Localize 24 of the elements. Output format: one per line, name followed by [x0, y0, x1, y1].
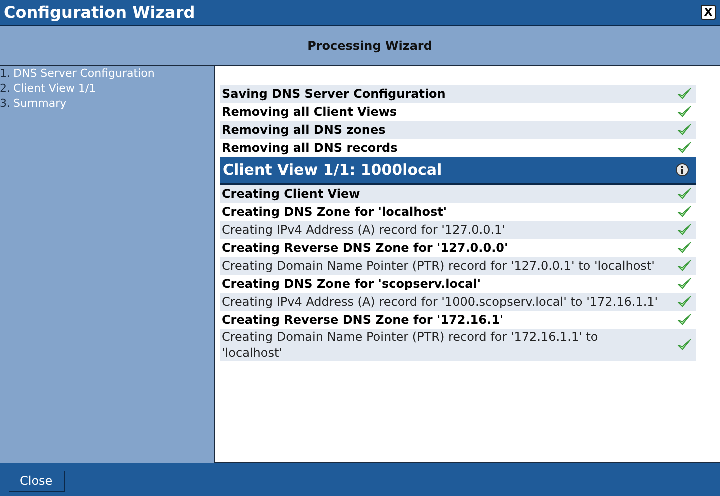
step-link[interactable]: DNS Server Configuration: [14, 66, 155, 81]
log-text: Creating DNS Zone for 'scopserv.local': [222, 276, 482, 292]
log-text: Saving DNS Server Configuration: [222, 86, 446, 102]
close-button[interactable]: X: [701, 5, 716, 20]
log-text: Creating IPv4 Address (A) record for '127.0.0.1': [222, 222, 506, 238]
log-text: Creating Reverse DNS Zone for '127.0.0.0': [222, 240, 508, 256]
log-text: Removing all DNS zones: [222, 122, 386, 138]
log-text: Creating Client View: [222, 186, 360, 202]
log-text: Removing all DNS records: [222, 140, 398, 156]
wizard-heading: Processing Wizard: [308, 38, 432, 52]
log-text: Creating Domain Name Pointer (PTR) record for '127.0.0.1' to 'localhost': [222, 258, 655, 274]
step-number: 2.: [0, 81, 10, 96]
step-number: 1.: [0, 66, 10, 81]
section-title: Client View 1/1: 1000local: [223, 161, 442, 179]
log-text: Creating Reverse DNS Zone for '172.16.1': [222, 312, 504, 328]
close-button[interactable]: Close: [9, 471, 65, 492]
log-text: Creating DNS Zone for 'localhost': [222, 204, 448, 220]
window-title: Configuration Wizard: [4, 3, 196, 22]
step-link[interactable]: Client View 1/1: [14, 81, 96, 96]
log-text: Creating IPv4 Address (A) record for '1000.scopserv.local' to '172.16.1.1': [222, 294, 658, 310]
step-link[interactable]: Summary: [14, 96, 67, 111]
log-text: Creating Domain Name Pointer (PTR) record for '172.16.1.1' to 'localhost': [222, 329, 600, 361]
log-text: Removing all Client Views: [222, 104, 398, 120]
step-number: 3.: [0, 96, 10, 111]
